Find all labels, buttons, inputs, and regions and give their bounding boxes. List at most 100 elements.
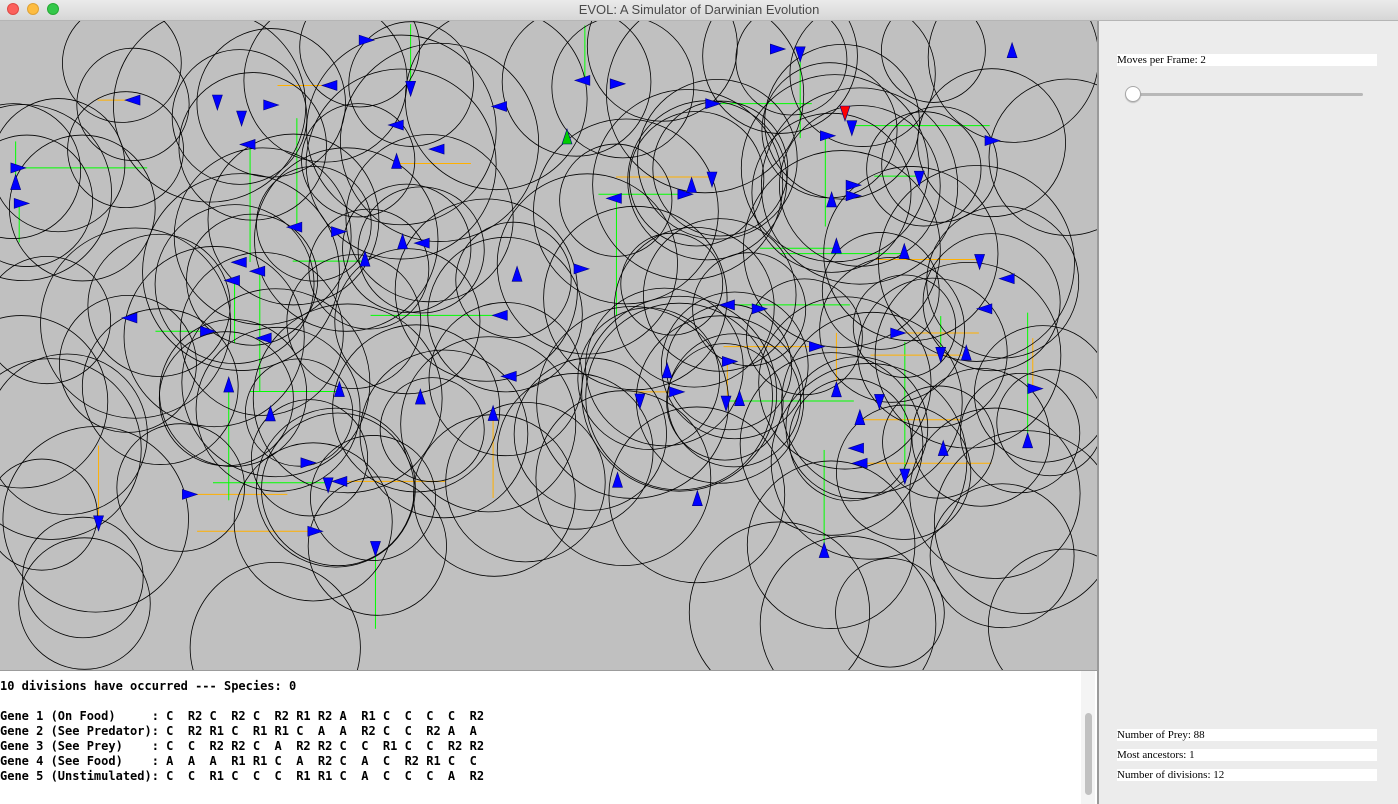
prey-organism xyxy=(264,405,276,422)
vision-circle xyxy=(233,442,393,602)
prey-organism xyxy=(898,242,910,259)
prey-organism xyxy=(830,237,842,254)
prey-organism xyxy=(974,254,986,271)
vision-circle xyxy=(927,21,1097,143)
prey-organism xyxy=(691,489,703,506)
prey-organism xyxy=(984,135,1001,147)
vision-circle xyxy=(974,325,1097,463)
vision-circle xyxy=(627,100,788,261)
vision-circle xyxy=(76,47,190,161)
prey-organism xyxy=(770,43,787,55)
prey-organism xyxy=(720,395,732,413)
prey-organism xyxy=(605,192,622,204)
prey-organism xyxy=(612,471,623,488)
vision-circle xyxy=(0,104,112,281)
vision-circle xyxy=(688,521,871,670)
simulation-canvas[interactable] xyxy=(0,21,1097,670)
vision-circle xyxy=(551,21,695,159)
prey-organism xyxy=(236,110,247,127)
vision-circle xyxy=(501,21,652,157)
prey-organism xyxy=(826,191,838,208)
vision-circle xyxy=(0,458,98,571)
vision-circle xyxy=(113,21,307,203)
gene-line: Gene 4 (See Food) : A A A R1 R1 C A R2 C… xyxy=(0,754,477,768)
prey-organism xyxy=(609,78,627,90)
vision-circle xyxy=(252,303,443,494)
prey-organism xyxy=(120,312,138,324)
prey-organism xyxy=(1027,383,1044,395)
log-scrollbar[interactable] xyxy=(1081,671,1095,804)
vision-circle xyxy=(308,208,430,330)
vision-circle xyxy=(987,548,1097,670)
vision-circle xyxy=(628,111,765,247)
prey-organism xyxy=(851,457,868,469)
prey-organism xyxy=(846,120,858,137)
prey-organism xyxy=(845,179,863,191)
prey-organism xyxy=(405,80,417,98)
vision-circle xyxy=(909,407,1081,579)
vision-circle xyxy=(742,150,941,348)
prey-organism xyxy=(182,488,199,500)
prey-organism xyxy=(285,221,303,233)
vision-circle xyxy=(926,205,1080,359)
vision-circle xyxy=(243,21,408,163)
prey-organism xyxy=(10,173,22,190)
gene-line: Gene 2 (See Predator): C R2 R1 C R1 R1 C… xyxy=(0,724,477,738)
vision-circle xyxy=(988,78,1097,236)
vision-circle xyxy=(142,173,340,371)
vision-circle xyxy=(835,557,945,668)
log-scrollbar-thumb[interactable] xyxy=(1085,713,1092,795)
vision-circle xyxy=(116,423,245,552)
window-title: EVOL: A Simulator of Darwinian Evolution xyxy=(578,2,820,17)
prey-organism xyxy=(1022,431,1034,449)
prey-organism xyxy=(428,143,445,155)
prey-organism xyxy=(705,98,722,110)
prey-organism xyxy=(358,34,376,46)
vision-circle xyxy=(789,21,936,147)
prey-organism xyxy=(686,176,697,193)
prey-count: Number of Prey: 88 xyxy=(1117,729,1377,741)
prey-organism xyxy=(722,356,739,367)
vision-circle xyxy=(186,213,319,346)
vision-circle xyxy=(332,324,501,493)
vision-circle xyxy=(0,315,109,489)
prey-organism xyxy=(239,139,256,150)
prey-organism xyxy=(845,190,862,202)
log-text: 10 divisions have occurred --- Species: … xyxy=(0,679,484,784)
simulation-svg xyxy=(0,21,1097,670)
control-sidebar: Moves per Frame: 2 Number of Prey: 88 Mo… xyxy=(1099,21,1398,804)
vision-circle xyxy=(18,537,151,670)
prey-organism xyxy=(322,477,334,494)
vision-circle xyxy=(585,302,773,491)
prey-organism xyxy=(223,376,235,393)
prey-organism xyxy=(998,273,1015,285)
moves-per-frame-label: Moves per Frame: 2 xyxy=(1117,54,1377,66)
gene-line: Gene 1 (On Food) : C R2 C R2 C R2 R1 R2 … xyxy=(0,709,485,723)
vision-circle xyxy=(996,369,1097,477)
vision-circle xyxy=(334,248,481,395)
prey-organism xyxy=(230,256,247,268)
food-item xyxy=(561,128,573,145)
vision-circle xyxy=(0,358,142,540)
prey-organism xyxy=(491,309,508,321)
prey-organism xyxy=(573,263,590,275)
prey-organism xyxy=(669,386,686,398)
prey-organism xyxy=(511,265,523,282)
prey-organism xyxy=(255,332,272,344)
most-ancestors: Most ancestors: 1 xyxy=(1117,749,1377,761)
prey-organism xyxy=(307,525,324,537)
vision-circle xyxy=(22,516,144,639)
division-summary: 10 divisions have occurred --- Species: … xyxy=(0,679,297,693)
moves-per-frame-slider-knob[interactable] xyxy=(1125,86,1141,102)
prey-organism xyxy=(211,94,223,111)
prey-organism xyxy=(1006,41,1018,58)
moves-per-frame-slider[interactable] xyxy=(1129,93,1363,96)
vision-circle xyxy=(959,372,1081,494)
prey-organism xyxy=(414,388,426,405)
vision-circle xyxy=(739,352,924,536)
vision-circle xyxy=(359,349,529,519)
log-panel: 10 divisions have occurred --- Species: … xyxy=(0,670,1097,804)
vision-circle xyxy=(881,106,998,223)
vision-circle xyxy=(759,535,937,670)
vision-circle xyxy=(620,232,724,336)
